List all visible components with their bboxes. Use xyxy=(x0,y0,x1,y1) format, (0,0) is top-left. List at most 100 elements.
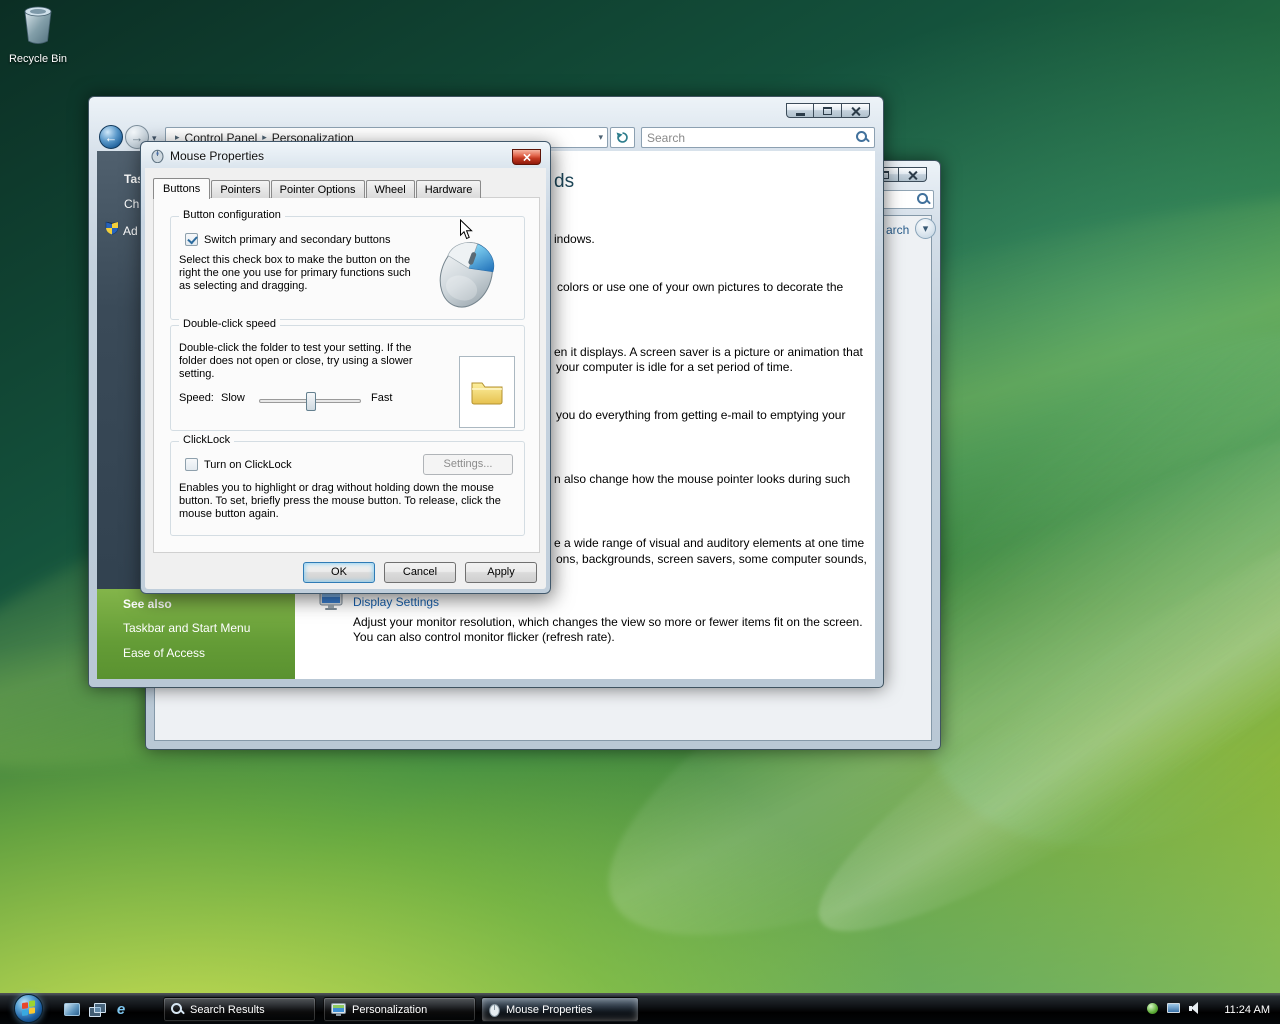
search-icon xyxy=(171,1003,184,1016)
clicklock-label: Turn on ClickLock xyxy=(204,459,292,471)
close-button[interactable] xyxy=(842,103,870,118)
sidebar-item-change-desktop-icons[interactable]: Ch xyxy=(124,197,139,211)
tray-status-icon[interactable] xyxy=(1147,1002,1158,1014)
search-box[interactable] xyxy=(641,127,875,148)
see-also-header: See also xyxy=(123,597,172,611)
minimize-button[interactable] xyxy=(786,103,814,118)
content-text-fragment: en it displays. A screen saver is a pict… xyxy=(554,345,863,359)
content-text-fragment: e a wide range of visual and auditory el… xyxy=(554,536,865,550)
taskbar-button-label: Personalization xyxy=(352,1003,428,1016)
dialog-body: Buttons Pointers Pointer Options Wheel H… xyxy=(145,168,546,589)
internet-explorer-button[interactable]: e xyxy=(111,1000,131,1019)
tray-display-icon[interactable] xyxy=(1167,1003,1180,1013)
group-label: Double-click speed xyxy=(179,318,280,330)
slow-label: Slow xyxy=(221,392,245,404)
close-button[interactable] xyxy=(899,167,927,182)
taskbar-clock[interactable]: 11:24 AM xyxy=(1224,994,1270,1024)
advanced-search-label: arch xyxy=(886,223,910,237)
mouse-icon xyxy=(151,149,164,163)
window-switcher-icon xyxy=(89,1002,106,1017)
system-tray xyxy=(1147,1002,1202,1014)
desktop: Recycle Bin arch ▾ ← → ▾ ▸ Control Panel… xyxy=(0,0,1280,1024)
tab-buttons[interactable]: Buttons xyxy=(153,178,211,199)
cursor-arrow-icon xyxy=(460,219,473,240)
dialog-title: Mouse Properties xyxy=(170,148,265,163)
taskbar: e Search Results Personalization Mouse P… xyxy=(0,993,1280,1024)
clicklock-checkbox[interactable] xyxy=(185,458,198,471)
refresh-button[interactable] xyxy=(610,127,635,148)
maximize-icon xyxy=(823,106,832,115)
windows-flag-icon xyxy=(22,1000,37,1017)
close-icon xyxy=(908,170,918,180)
test-folder-icon[interactable] xyxy=(470,378,504,406)
dialog-titlebar: Mouse Properties xyxy=(151,148,264,163)
tab-hardware[interactable]: Hardware xyxy=(415,180,482,198)
tab-wheel[interactable]: Wheel xyxy=(365,180,415,198)
content-text-fragment: ons, backgrounds, screen savers, some co… xyxy=(556,552,867,566)
clicklock-settings-button[interactable]: Settings... xyxy=(423,454,513,475)
display-settings-description: Adjust your monitor resolution, which ch… xyxy=(353,615,863,629)
search-icon xyxy=(917,193,930,206)
search-icon xyxy=(856,131,869,144)
content-text-fragment: n also change how the mouse pointer look… xyxy=(554,472,851,486)
close-button[interactable] xyxy=(512,149,541,165)
clicklock-description: Enables you to highlight or drag without… xyxy=(179,482,501,520)
sidebar-item-adjust-font-size[interactable]: Ad xyxy=(123,224,138,238)
clicklock-group: ClickLock Turn on ClickLock Settings... … xyxy=(170,434,525,536)
content-text-fragment: indows. xyxy=(554,232,595,246)
address-dropdown-icon[interactable]: ▾ xyxy=(598,132,603,143)
show-desktop-button[interactable] xyxy=(62,1000,82,1019)
switch-buttons-label: Switch primary and secondary buttons xyxy=(204,234,391,246)
internet-explorer-icon: e xyxy=(116,1001,126,1018)
buttons-tab-panel: Button configuration Switch primary and … xyxy=(153,197,540,553)
back-button[interactable]: ← xyxy=(99,125,123,149)
ok-button[interactable]: OK xyxy=(303,562,375,583)
maximize-button[interactable] xyxy=(814,103,842,118)
sidebar-link-ease-of-access[interactable]: Ease of Access xyxy=(123,646,205,660)
apply-button[interactable]: Apply xyxy=(465,562,537,583)
tab-strip: Buttons Pointers Pointer Options Wheel H… xyxy=(153,177,482,199)
display-settings-description: You can also control monitor flicker (re… xyxy=(353,630,615,644)
sidebar-link-taskbar-start-menu[interactable]: Taskbar and Start Menu xyxy=(123,621,250,635)
recycle-bin-label: Recycle Bin xyxy=(8,53,68,65)
see-also-section: See also Taskbar and Start Menu Ease of … xyxy=(97,589,295,679)
start-button[interactable] xyxy=(14,994,43,1023)
show-desktop-icon xyxy=(64,1003,80,1016)
advanced-search-expander[interactable]: ▾ xyxy=(915,218,936,239)
double-click-speed-group: Double-click speed Double-click the fold… xyxy=(170,318,525,431)
minimize-icon xyxy=(795,112,805,116)
cancel-button[interactable]: Cancel xyxy=(384,562,456,583)
button-configuration-description: Select this check box to make the button… xyxy=(179,254,411,292)
switch-buttons-checkbox[interactable] xyxy=(185,233,198,246)
window-switcher-button[interactable] xyxy=(87,1000,107,1019)
taskbar-button-personalization[interactable]: Personalization xyxy=(323,997,476,1022)
recycle-bin[interactable]: Recycle Bin xyxy=(6,4,70,65)
personalization-icon xyxy=(331,1003,346,1016)
uac-shield-icon xyxy=(105,221,119,235)
button-configuration-group: Button configuration Switch primary and … xyxy=(170,209,525,320)
slider-thumb[interactable] xyxy=(306,392,316,411)
content-text-fragment: colors or use one of your own pictures t… xyxy=(557,280,844,294)
taskbar-button-search-results[interactable]: Search Results xyxy=(163,997,316,1022)
tab-pointer-options[interactable]: Pointer Options xyxy=(270,180,365,198)
recycle-bin-icon xyxy=(24,6,52,44)
content-text-fragment: your computer is idle for a set period o… xyxy=(556,360,793,374)
double-click-speed-slider[interactable] xyxy=(259,392,361,411)
refresh-icon xyxy=(616,132,628,143)
tab-pointers[interactable]: Pointers xyxy=(211,180,270,198)
taskbar-button-mouse-properties[interactable]: Mouse Properties xyxy=(481,997,639,1022)
group-label: Button configuration xyxy=(179,209,285,221)
close-icon xyxy=(851,106,861,116)
double-click-test-area[interactable] xyxy=(459,356,515,428)
group-label: ClickLock xyxy=(179,434,235,446)
search-input[interactable] xyxy=(647,130,856,145)
display-settings-link[interactable]: Display Settings xyxy=(353,595,439,609)
fast-label: Fast xyxy=(371,392,393,404)
mouse-properties-dialog: Mouse Properties Buttons Pointers Pointe… xyxy=(140,141,551,594)
taskbar-button-label: Mouse Properties xyxy=(506,1003,593,1016)
double-click-description: Double-click the folder to test your set… xyxy=(179,342,413,380)
close-icon xyxy=(523,153,531,161)
mouse-icon xyxy=(489,1003,500,1017)
tray-volume-icon[interactable] xyxy=(1189,1002,1202,1014)
taskbar-button-label: Search Results xyxy=(190,1003,265,1016)
